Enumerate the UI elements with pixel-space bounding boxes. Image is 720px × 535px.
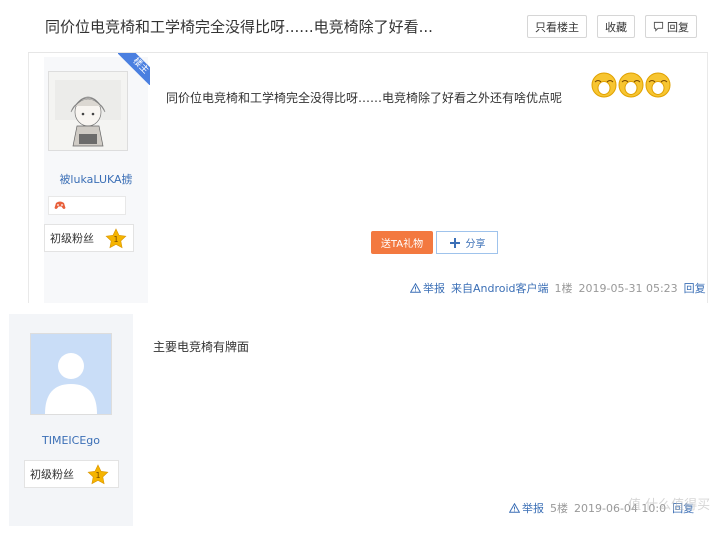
- post-2-rank: 初级粉丝 1: [24, 460, 119, 488]
- post-1-avatar[interactable]: [48, 71, 128, 151]
- post-2-rank-label: 初级粉丝: [30, 468, 74, 481]
- only-op-button[interactable]: 只看楼主: [527, 15, 587, 38]
- favorite-button[interactable]: 收藏: [597, 15, 635, 38]
- post-1-time: 2019-05-31 05:23: [578, 281, 678, 295]
- share-label: 分享: [465, 239, 486, 250]
- post-1-floor: 1楼: [554, 282, 573, 295]
- watermark-logo: 值 什么值得买: [628, 488, 718, 528]
- reply-header-button[interactable]: 回复: [645, 15, 697, 38]
- op-badge: 楼主: [118, 53, 150, 85]
- level-star-icon: 1: [87, 464, 109, 485]
- post-2-content: 主要电竞椅有牌面: [153, 340, 250, 354]
- post-1-username[interactable]: 被lukaLUKA掳: [44, 171, 148, 187]
- post-1-rank-label: 初级粉丝: [50, 232, 94, 245]
- share-button[interactable]: 分享: [436, 231, 498, 254]
- thread-title: 同价位电竞椅和工学椅完全没得比呀......电竞椅除了好看...: [45, 18, 433, 36]
- crying-face-icon: [618, 72, 644, 98]
- post-2-rank-level: 1: [95, 471, 100, 480]
- default-avatar-icon: [31, 334, 111, 414]
- post-2-avatar[interactable]: [30, 333, 112, 415]
- post-1-medal-bar: [48, 196, 126, 215]
- reply-header-label: 回复: [667, 20, 689, 34]
- post-1-meta: 举报 来自Android客户端 1楼 2019-05-31 05:23 回复: [410, 280, 706, 296]
- post-1-rank-level: 1: [113, 235, 118, 244]
- post-1-rank: 初级粉丝 1: [44, 224, 134, 252]
- crying-face-icon: [591, 72, 617, 98]
- warning-icon: [410, 283, 421, 293]
- post-2-username[interactable]: TIMEICEgo: [9, 434, 133, 447]
- post-1-source[interactable]: 来自Android客户端: [451, 280, 549, 296]
- post-1-report-label: 举报: [423, 282, 445, 295]
- send-gift-button[interactable]: 送TA礼物: [371, 231, 433, 254]
- controller-icon: [54, 201, 66, 209]
- watermark-text: 值 什么值得买: [628, 498, 711, 513]
- post-2-report-label: 举报: [522, 502, 544, 515]
- post-1-report-link[interactable]: 举报: [410, 280, 445, 296]
- post-2-report-link[interactable]: 举报: [509, 500, 544, 516]
- post-1-reply-link[interactable]: 回复: [684, 280, 706, 296]
- post-2-floor: 5楼: [550, 502, 568, 515]
- comment-icon: [653, 21, 664, 32]
- post-1-content: 同价位电竞椅和工学椅完全没得比呀……电竞椅除了好看之外还有啥优点呢: [166, 91, 563, 105]
- crying-face-icon: [645, 72, 671, 98]
- warning-icon: [509, 503, 520, 513]
- level-star-icon: 1: [105, 228, 127, 249]
- op-badge-label: 楼主: [118, 53, 150, 85]
- plus-icon: [449, 237, 460, 248]
